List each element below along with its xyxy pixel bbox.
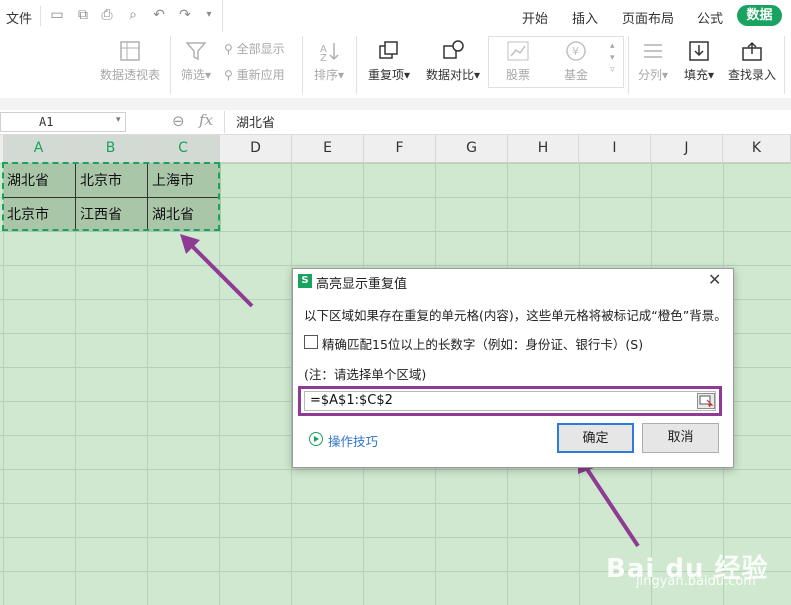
app-logo-icon: S: [298, 274, 312, 288]
annotation-arrow-to-range: [188, 242, 254, 308]
range-input-value: =$A$1:$C$2: [310, 393, 393, 408]
ok-button[interactable]: 确定: [557, 423, 634, 453]
range-input[interactable]: =$A$1:$C$2: [304, 391, 716, 411]
annotation-arrow-to-ok: [583, 464, 640, 548]
range-picker-icon[interactable]: [697, 393, 715, 409]
cancel-button[interactable]: 取消: [642, 423, 719, 453]
watermark-url: jingyan.baidu.com: [636, 574, 756, 589]
dialog-description: 以下区域如果存在重复的单元格(内容)，这些单元格将被标记成“橙色”背景。: [304, 308, 727, 323]
tips-link[interactable]: 操作技巧: [328, 431, 378, 450]
long-number-checkbox[interactable]: [304, 335, 318, 349]
dialog-title: 高亮显示重复值: [316, 277, 408, 292]
long-number-checkbox-label[interactable]: 精确匹配15位以上的长数字（例如：身份证、银行卡）(S): [322, 334, 643, 353]
close-icon[interactable]: ✕: [708, 270, 721, 289]
play-tips-icon[interactable]: [309, 432, 323, 446]
dialog-note: (注：请选择单个区域): [304, 367, 427, 382]
